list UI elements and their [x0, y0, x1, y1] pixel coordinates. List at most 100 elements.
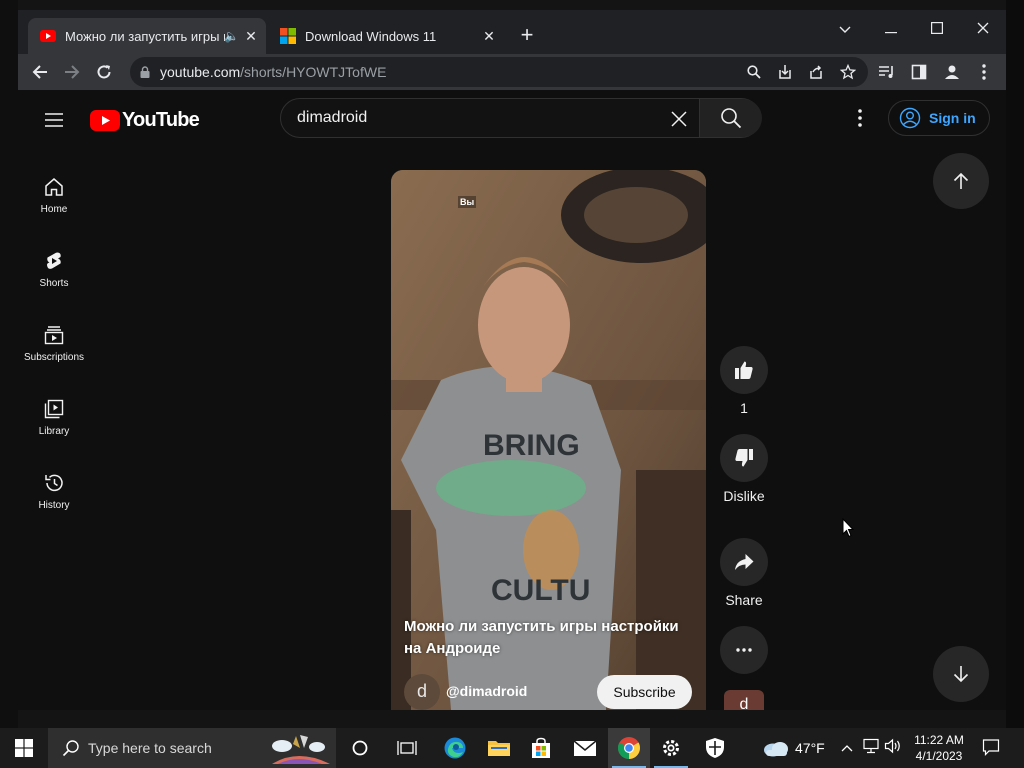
cortana-button[interactable]	[339, 728, 381, 768]
gear-icon	[663, 740, 679, 756]
channel-avatar[interactable]: d	[404, 674, 440, 710]
nav-label: Home	[40, 204, 68, 215]
chrome-app-button[interactable]	[608, 728, 650, 768]
nav-label: Shorts	[39, 278, 69, 289]
tab-download-windows[interactable]: Download Windows 11 ✕	[268, 18, 504, 54]
tab-youtube-short[interactable]: Можно ли запустить игры н 🔈 ✕	[28, 18, 266, 54]
zoom-search-icon[interactable]	[742, 60, 766, 84]
sign-in-button[interactable]: Sign in	[888, 100, 990, 136]
sound-thumbnail[interactable]: d	[724, 690, 764, 710]
side-panel-icon[interactable]	[907, 60, 931, 84]
browser-window: Можно ли запустить игры н 🔈 ✕ Download W…	[18, 10, 1006, 710]
tab-title: Можно ли запустить игры н	[65, 28, 225, 44]
task-view-button[interactable]	[386, 728, 428, 768]
search-input[interactable]	[297, 107, 657, 129]
hamburger-menu-icon[interactable]	[42, 108, 66, 132]
youtube-page: YouTube Sign in Home Shorts	[18, 90, 1006, 710]
nav-label: Subscriptions	[23, 352, 85, 363]
thumbs-down-icon	[735, 449, 753, 467]
weather-cloud-icon[interactable]	[762, 738, 790, 758]
history-icon	[45, 474, 63, 492]
share-button[interactable]	[720, 538, 768, 586]
arrow-down-icon	[953, 666, 969, 683]
video-overlay-tag: Вы	[458, 196, 477, 208]
url-path: /shorts/HYOWTJTofWE	[240, 64, 387, 80]
mouse-cursor-icon	[842, 518, 854, 538]
forward-icon[interactable]	[60, 60, 84, 84]
taskbar-search-box[interactable]: Type here to search	[48, 728, 336, 768]
browser-menu-icon[interactable]	[972, 60, 996, 84]
search-highlight-image	[272, 735, 330, 764]
clear-search-icon[interactable]	[667, 107, 691, 131]
more-horizontal-icon	[736, 648, 752, 652]
maximize-button[interactable]	[924, 16, 950, 42]
desktop-right-edge	[1006, 0, 1024, 728]
search-button[interactable]	[699, 99, 762, 137]
previous-short-button[interactable]	[933, 153, 989, 209]
install-app-icon[interactable]	[773, 60, 797, 84]
subscribe-button[interactable]: Subscribe	[597, 675, 692, 709]
nav-label: History	[38, 500, 70, 511]
folder-icon	[488, 741, 510, 756]
file-explorer-button[interactable]	[478, 728, 520, 768]
address-bar[interactable]: youtube.com/shorts/HYOWTJTofWE	[130, 57, 868, 87]
tray-overflow-chevron-icon[interactable]	[837, 738, 857, 758]
tab-close-icon[interactable]: ✕	[480, 27, 498, 45]
youtube-logo[interactable]: YouTube	[90, 108, 200, 132]
tab-close-icon[interactable]: ✕	[242, 27, 260, 45]
edge-app-button[interactable]	[434, 728, 476, 768]
dislike-label: Dislike	[723, 488, 765, 504]
minimize-button[interactable]	[878, 16, 904, 42]
nav-item-library[interactable]: Library	[22, 390, 86, 454]
mail-envelope-icon	[573, 740, 597, 756]
youtube-logo-text: YouTube	[122, 108, 200, 131]
like-count: 1	[740, 400, 748, 416]
weather-temperature[interactable]: 47°F	[795, 740, 825, 756]
back-icon[interactable]	[28, 60, 52, 84]
tab-audio-icon[interactable]: 🔈	[224, 29, 239, 43]
profile-icon[interactable]	[940, 60, 964, 84]
sign-in-label: Sign in	[929, 110, 976, 126]
shield-icon	[706, 738, 724, 758]
lock-icon[interactable]	[140, 66, 150, 78]
store-app-button[interactable]	[520, 728, 562, 768]
arrow-up-icon	[953, 172, 969, 189]
channel-handle[interactable]: @dimadroid	[446, 683, 527, 699]
reload-icon[interactable]	[92, 60, 116, 84]
youtube-favicon-icon	[40, 30, 56, 42]
mail-app-button[interactable]	[564, 728, 606, 768]
more-actions-button[interactable]	[720, 626, 768, 674]
dislike-button[interactable]	[720, 434, 768, 482]
svg-text:CULTU: CULTU	[491, 574, 590, 607]
edge-browser-icon	[444, 737, 466, 759]
share-page-icon[interactable]	[804, 60, 828, 84]
nav-item-history[interactable]: History	[22, 464, 86, 528]
system-clock[interactable]: 11:22 AM 4/1/2023	[908, 732, 970, 764]
subscriptions-icon	[44, 326, 64, 345]
short-video-player[interactable]: BRING CULTU Вы Можно ли запустить игры н…	[391, 170, 706, 710]
settings-app-button[interactable]	[650, 728, 692, 768]
desktop-left-edge	[0, 0, 18, 728]
settings-more-icon[interactable]	[848, 106, 872, 130]
action-center-icon[interactable]	[981, 738, 1001, 758]
volume-icon[interactable]	[883, 738, 903, 758]
tab-search-chevron-icon[interactable]	[832, 16, 858, 42]
start-button[interactable]	[0, 728, 48, 768]
nav-item-home[interactable]: Home	[22, 168, 86, 232]
nav-item-shorts[interactable]: Shorts	[22, 242, 86, 306]
windows-taskbar: Type here to search 47°F 11:22 AM 4/1/20…	[0, 728, 1024, 768]
tab-title: Download Windows 11	[305, 28, 437, 44]
url-host: youtube.com	[160, 64, 241, 80]
youtube-play-icon	[90, 109, 120, 131]
like-button[interactable]	[720, 346, 768, 394]
next-short-button[interactable]	[933, 646, 989, 702]
windows-logo-icon	[15, 739, 33, 757]
network-icon[interactable]	[861, 738, 881, 758]
bookmark-star-icon[interactable]	[836, 60, 860, 84]
nav-item-subscriptions[interactable]: Subscriptions	[22, 316, 86, 380]
security-app-button[interactable]	[694, 728, 736, 768]
close-window-button[interactable]	[970, 16, 996, 42]
new-tab-button[interactable]: +	[516, 24, 538, 47]
shorts-icon	[47, 252, 61, 269]
media-control-icon[interactable]	[875, 60, 899, 84]
